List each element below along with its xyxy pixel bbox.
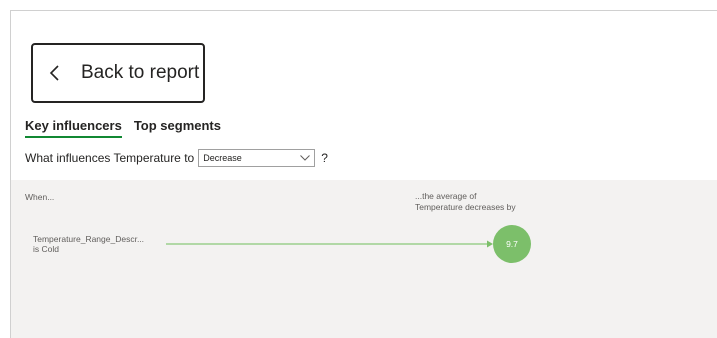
question-mark: ?: [321, 151, 328, 165]
connector-arrow-icon: [487, 240, 493, 248]
report-frame: Back to report Key influencers Top segme…: [10, 10, 717, 338]
tab-top-segments[interactable]: Top segments: [134, 118, 221, 138]
influence-question: What influences Temperature to Decrease …: [25, 149, 328, 167]
chevron-down-icon: [300, 155, 311, 161]
back-button-label: Back to report: [81, 62, 200, 83]
dropdown-value: Decrease: [203, 153, 242, 163]
tab-bar: Key influencers Top segments: [25, 118, 221, 138]
influencers-panel: When... ...the average of Temperature de…: [11, 180, 717, 338]
influencer-chart: 9.7: [166, 225, 531, 263]
question-text: What influences Temperature to: [25, 151, 195, 165]
back-to-report-button[interactable]: Back to report: [31, 43, 205, 103]
influencer-value: 9.7: [506, 239, 518, 249]
direction-dropdown[interactable]: Decrease: [198, 149, 316, 167]
tab-key-influencers[interactable]: Key influencers: [25, 118, 122, 138]
chevron-left-icon: [49, 65, 59, 81]
